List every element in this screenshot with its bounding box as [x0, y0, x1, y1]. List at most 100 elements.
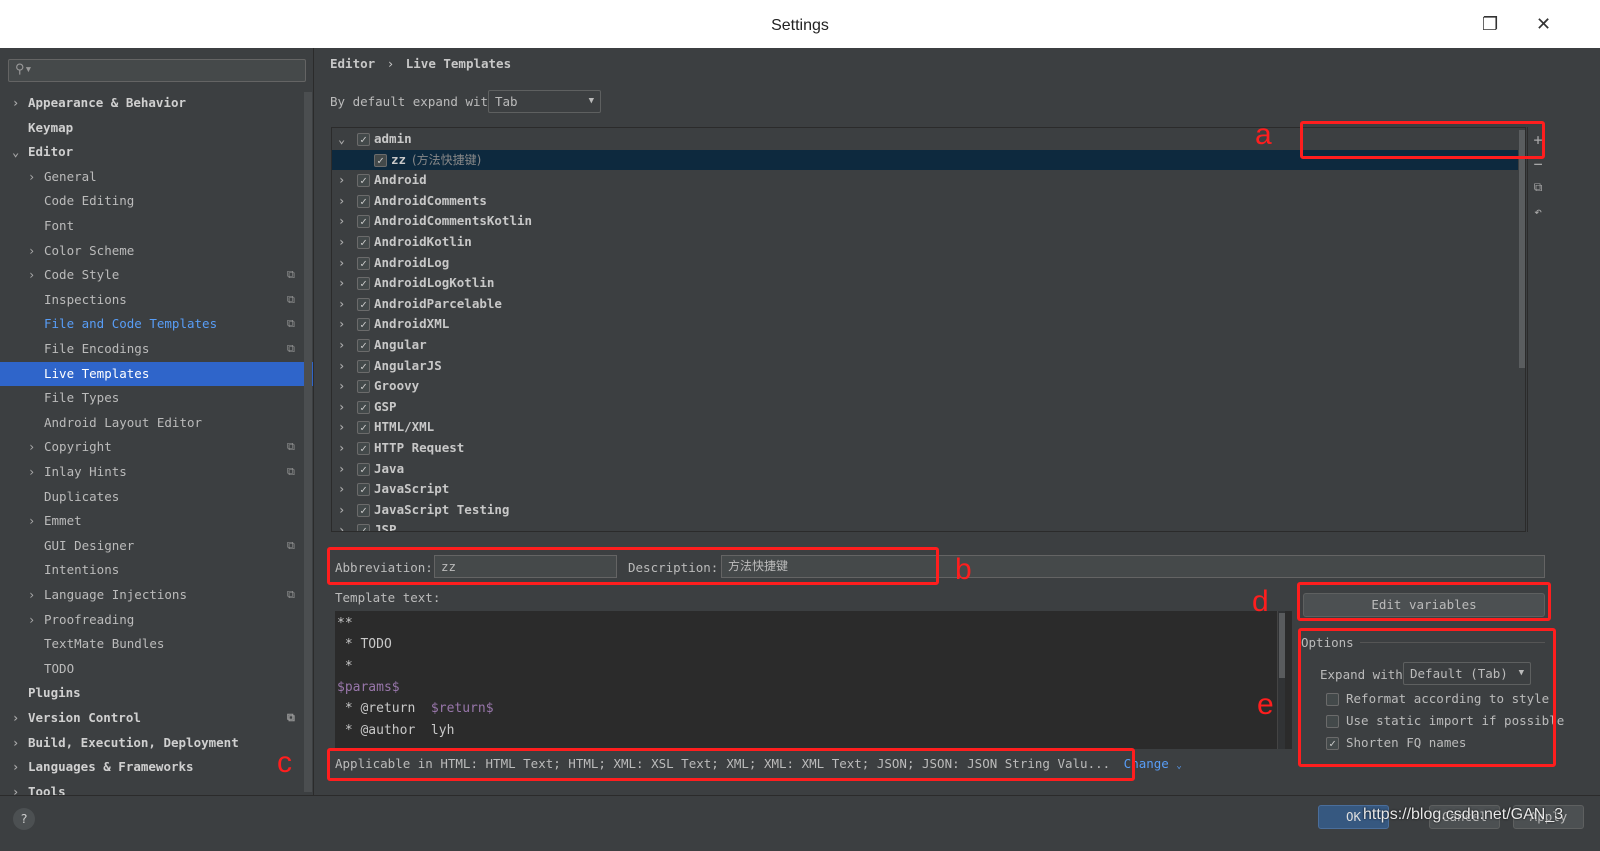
chevron-right-icon[interactable]: › — [28, 608, 35, 632]
chevron-right-icon[interactable]: › — [338, 356, 345, 376]
tree-scrollbar[interactable] — [1519, 130, 1525, 368]
chevron-right-icon[interactable]: › — [338, 520, 345, 531]
sidebar-scrollbar[interactable] — [304, 92, 312, 792]
chevron-right-icon[interactable]: › — [28, 460, 35, 484]
chevron-right-icon[interactable]: › — [28, 165, 35, 189]
chevron-right-icon[interactable]: › — [338, 397, 345, 417]
sidebar-item[interactable]: › Proofreading — [0, 608, 304, 632]
sidebar-item[interactable]: Font — [0, 214, 304, 238]
enabled-checkbox[interactable]: ✓ — [374, 153, 387, 167]
sidebar-item[interactable]: › General — [0, 165, 304, 189]
enabled-checkbox[interactable]: ✓ — [357, 236, 370, 249]
template-group[interactable]: › ✓ AndroidKotlin — [332, 232, 1518, 253]
enabled-checkbox[interactable]: ✓ — [357, 400, 370, 414]
sidebar-item[interactable]: TextMate Bundles — [0, 632, 304, 656]
template-text-editor[interactable]: ** * TODO * $params$ * @return $return$ *… — [335, 611, 1292, 749]
sidebar-item[interactable]: Inspections ⧉ — [0, 288, 304, 312]
chevron-right-icon[interactable]: › — [338, 170, 345, 190]
sidebar-item[interactable]: Intentions — [0, 558, 304, 582]
chevron-right-icon[interactable]: › — [338, 459, 345, 479]
chevron-right-icon[interactable]: › — [12, 91, 19, 115]
template-group[interactable]: › ✓ HTML/XML — [332, 417, 1518, 438]
sidebar-item[interactable]: › Color Scheme — [0, 239, 304, 263]
enabled-checkbox[interactable]: ✓ — [357, 524, 370, 531]
sidebar-item[interactable]: › Appearance & Behavior — [0, 91, 304, 115]
sidebar-item[interactable]: Live Templates — [0, 361, 313, 386]
template-group[interactable]: › ✓ Angular — [332, 335, 1518, 356]
enabled-checkbox[interactable]: ✓ — [357, 215, 370, 229]
sidebar-item[interactable]: GUI Designer ⧉ — [0, 534, 304, 558]
sidebar-item[interactable]: › Inlay Hints ⧉ — [0, 460, 304, 484]
enabled-checkbox[interactable]: ✓ — [357, 339, 370, 352]
enabled-checkbox[interactable]: ✓ — [357, 194, 370, 208]
enabled-checkbox[interactable]: ✓ — [357, 503, 370, 517]
enabled-checkbox[interactable]: ✓ — [357, 483, 370, 497]
template-group[interactable]: › ✓ JSP — [332, 520, 1518, 531]
sidebar-item[interactable]: › Build, Execution, Deployment — [0, 731, 304, 755]
copy-icon[interactable]: ⧉ — [1528, 180, 1548, 195]
chevron-right-icon[interactable]: › — [338, 294, 345, 314]
chevron-right-icon[interactable]: › — [338, 211, 345, 231]
enabled-checkbox[interactable]: ✓ — [357, 297, 370, 311]
enabled-checkbox[interactable]: ✓ — [357, 256, 370, 270]
template-group[interactable]: › ✓ AndroidCommentsKotlin — [332, 211, 1518, 232]
chevron-right-icon[interactable]: › — [338, 314, 345, 334]
sidebar-item[interactable]: › Copyright ⧉ — [0, 435, 304, 459]
sidebar-item[interactable]: › Language Injections ⧉ — [0, 583, 304, 607]
sidebar-item[interactable]: Keymap — [0, 116, 304, 140]
chevron-right-icon[interactable]: › — [338, 500, 345, 520]
breadcrumb-editor[interactable]: Editor — [330, 56, 375, 71]
template-group[interactable]: › ✓ AndroidParcelable — [332, 294, 1518, 315]
template-group[interactable]: › ✓ HTTP Request — [332, 438, 1518, 459]
enabled-checkbox[interactable]: ✓ — [357, 442, 370, 455]
chevron-right-icon[interactable]: › — [338, 191, 345, 211]
template-group[interactable]: › ✓ Java — [332, 459, 1518, 480]
chevron-right-icon[interactable]: › — [28, 239, 35, 263]
sidebar-item[interactable]: Code Editing — [0, 189, 304, 213]
template-group[interactable]: › ✓ AndroidLog — [332, 253, 1518, 274]
template-group[interactable]: › ✓ JavaScript Testing — [332, 500, 1518, 521]
chevron-right-icon[interactable]: › — [338, 438, 345, 458]
enabled-checkbox[interactable]: ✓ — [357, 318, 370, 332]
enabled-checkbox[interactable]: ✓ — [357, 380, 370, 394]
enabled-checkbox[interactable]: ✓ — [357, 462, 370, 476]
sidebar-item[interactable]: › Languages & Frameworks — [0, 755, 304, 779]
search-input[interactable]: ⚲▾ — [8, 59, 306, 82]
sidebar-item[interactable]: › Emmet — [0, 509, 304, 533]
sidebar-item[interactable]: File Encodings ⧉ — [0, 337, 304, 361]
chevron-right-icon[interactable]: › — [338, 335, 345, 355]
chevron-right-icon[interactable]: › — [338, 479, 345, 499]
chevron-right-icon[interactable]: › — [12, 755, 19, 779]
chevron-down-icon[interactable]: ⌄ — [12, 140, 19, 164]
chevron-down-icon[interactable]: ⌄ — [338, 129, 345, 149]
sidebar-item[interactable]: › Version Control ⧉ — [0, 706, 304, 730]
close-icon[interactable]: ✕ — [1536, 12, 1551, 36]
sidebar-item[interactable]: Android Layout Editor — [0, 411, 304, 435]
enabled-checkbox[interactable]: ✓ — [357, 133, 370, 146]
chevron-right-icon[interactable]: › — [28, 435, 35, 459]
chevron-right-icon[interactable]: › — [28, 583, 35, 607]
sidebar-item[interactable]: Duplicates — [0, 485, 304, 509]
template-group[interactable]: › ✓ Groovy — [332, 376, 1518, 397]
sidebar-item[interactable]: File and Code Templates ⧉ — [0, 312, 304, 336]
revert-icon[interactable]: ↶ — [1528, 205, 1548, 220]
template-group[interactable]: › ✓ AndroidComments — [332, 191, 1518, 212]
chevron-right-icon[interactable]: › — [28, 509, 35, 533]
enabled-checkbox[interactable]: ✓ — [357, 174, 370, 188]
chevron-right-icon[interactable]: › — [12, 731, 19, 755]
default-expand-select[interactable]: Tab ▼ — [488, 90, 601, 113]
chevron-right-icon[interactable]: › — [12, 706, 19, 730]
enabled-checkbox[interactable]: ✓ — [357, 359, 370, 373]
template-group[interactable]: › ✓ Android — [332, 170, 1518, 191]
template-group[interactable]: › ✓ AndroidXML — [332, 314, 1518, 335]
template-group[interactable]: › ✓ AndroidLogKotlin — [332, 273, 1518, 294]
restore-icon[interactable]: ❐ — [1482, 12, 1498, 36]
enabled-checkbox[interactable]: ✓ — [357, 421, 370, 435]
sidebar-item[interactable]: TODO — [0, 657, 304, 681]
template-group[interactable]: › ✓ AngularJS — [332, 356, 1518, 377]
sidebar-item[interactable]: Plugins — [0, 681, 304, 705]
template-group[interactable]: › ✓ JavaScript — [332, 479, 1518, 500]
chevron-right-icon[interactable]: › — [338, 376, 345, 396]
sidebar-item[interactable]: File Types — [0, 386, 304, 410]
chevron-right-icon[interactable]: › — [338, 273, 345, 293]
